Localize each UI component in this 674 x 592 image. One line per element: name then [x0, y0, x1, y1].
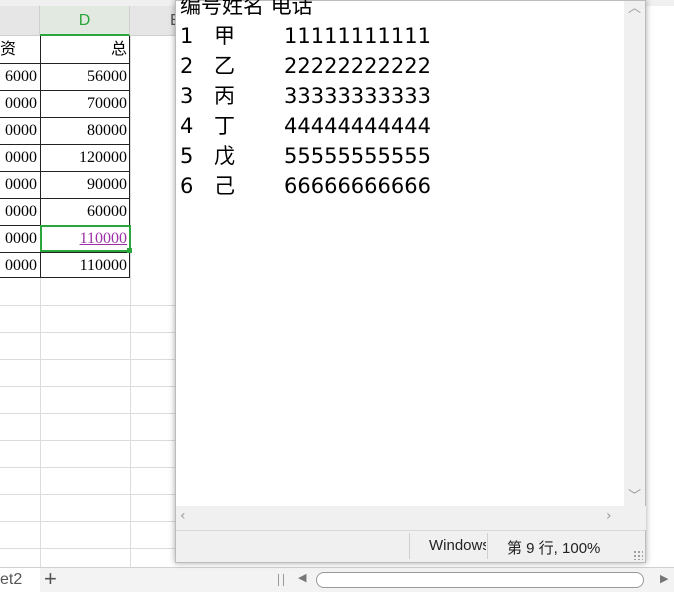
horizontal-scrollbar[interactable] [316, 572, 644, 588]
grid-line [130, 36, 131, 567]
table-cell[interactable]: 6000 [0, 64, 40, 90]
table-cell[interactable]: 90000 [40, 172, 130, 198]
row-id: 5 [180, 144, 194, 168]
fill-handle[interactable] [127, 248, 132, 253]
table-cell[interactable]: 110000 [40, 253, 130, 279]
row-id: 3 [180, 84, 194, 108]
grid-line [0, 332, 180, 333]
grid-line [0, 467, 180, 468]
scroll-left-icon[interactable]: ◀ [298, 571, 306, 584]
status-bar: Windows (CRLF) 第 9 行, 100% [176, 530, 645, 562]
row-name: 丙 [214, 84, 235, 108]
text-line: 3 丙 33333333333 [180, 81, 431, 111]
row-phone: 44444444444 [284, 114, 431, 138]
header-cell-d[interactable]: 总 [40, 37, 130, 63]
grid-line [0, 548, 180, 549]
resize-grip-icon[interactable] [633, 550, 643, 560]
grid-line [0, 305, 180, 306]
text-editor[interactable]: 编号姓名 电话 1 甲 11111111111 2 乙 22222222222 3 丙 33… [180, 0, 431, 201]
header-line: 编号姓名 电话 [180, 0, 313, 18]
chevron-right-icon[interactable]: › [606, 508, 612, 524]
table-cell[interactable]: 120000 [40, 145, 130, 171]
cursor-position-status: 第 9 行, 100% [507, 540, 601, 557]
table-cell[interactable]: 0000 [0, 145, 40, 171]
row-name: 甲 [214, 24, 235, 48]
table-cell[interactable]: 56000 [40, 64, 130, 90]
row-name: 戊 [214, 144, 235, 168]
row-id: 4 [180, 114, 194, 138]
chevron-down-icon[interactable]: ﹀ [624, 485, 645, 504]
table-cell[interactable]: 0000 [0, 226, 40, 252]
splitter-handle[interactable] [278, 574, 284, 586]
grid-line [0, 440, 180, 441]
chevron-up-icon[interactable]: ︿ [624, 0, 645, 16]
table-cell[interactable]: 60000 [40, 199, 130, 225]
grid-line [0, 494, 180, 495]
notepad-window: 编号姓名 电话 1 甲 11111111111 2 乙 22222222222 3 丙 33… [175, 0, 646, 563]
row-phone: 33333333333 [284, 84, 431, 108]
row-phone: 22222222222 [284, 54, 431, 78]
row-name: 己 [214, 174, 235, 198]
scroll-right-icon[interactable]: ▶ [660, 572, 668, 585]
column-header-c[interactable] [0, 6, 40, 36]
row-name: 丁 [214, 114, 235, 138]
add-sheet-button[interactable]: + [44, 567, 57, 591]
divider [487, 533, 488, 559]
column-header-e[interactable]: E [130, 6, 181, 36]
encoding-status: Windows (CRLF) [429, 537, 486, 554]
text-line: 1 甲 11111111111 [180, 21, 431, 51]
row-id: 6 [180, 174, 194, 198]
active-cell-border [40, 225, 131, 252]
grid-line [0, 413, 180, 414]
table-cell[interactable]: 0000 [0, 199, 40, 225]
scrollbar-corner [625, 506, 646, 530]
row-id: 2 [180, 54, 194, 78]
divider [409, 533, 410, 559]
grid-line [0, 359, 180, 360]
grid-line [0, 386, 180, 387]
row-phone: 55555555555 [284, 144, 431, 168]
text-line: 6 己 66666666666 [180, 171, 431, 201]
horizontal-scrollbar[interactable]: ‹ › [176, 506, 625, 530]
vertical-scrollbar[interactable]: ︿ ﹀ [624, 1, 645, 506]
text-line: 5 戊 55555555555 [180, 141, 431, 171]
text-line: 4 丁 44444444444 [180, 111, 431, 141]
table-cell[interactable]: 0000 [0, 172, 40, 198]
row-phone: 11111111111 [284, 24, 431, 48]
column-header-d[interactable]: D [40, 6, 130, 36]
row-phone: 66666666666 [284, 174, 431, 198]
table-cell[interactable]: 0000 [0, 118, 40, 144]
table-cell[interactable]: 70000 [40, 91, 130, 117]
chevron-left-icon[interactable]: ‹ [180, 508, 186, 524]
text-line: 2 乙 22222222222 [180, 51, 431, 81]
grid-line [0, 521, 180, 522]
header-cell-c[interactable]: 资 [0, 37, 40, 63]
table-cell[interactable]: 0000 [0, 253, 40, 279]
sheet-tab-bar: et2 + ◀ ▶ [0, 567, 674, 592]
row-name: 乙 [214, 54, 235, 78]
table-cell[interactable]: 80000 [40, 118, 130, 144]
table-cell[interactable]: 0000 [0, 91, 40, 117]
sheet-tab[interactable]: et2 [0, 568, 40, 592]
row-id: 1 [180, 24, 194, 48]
